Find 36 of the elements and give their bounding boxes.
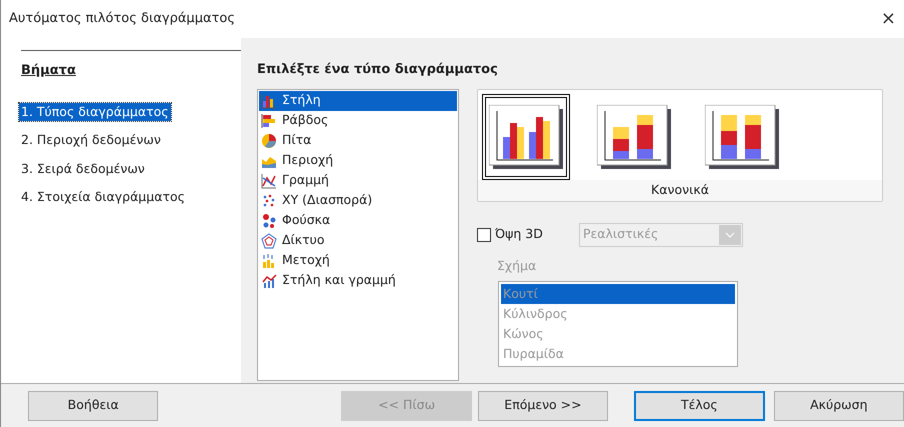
chart-type-item[interactable]: Περιοχή bbox=[259, 150, 457, 170]
chart-type-icon bbox=[261, 132, 277, 148]
dialog-button[interactable]: Ακύρωση bbox=[774, 390, 904, 420]
chart-type-icon bbox=[261, 252, 277, 268]
chart-type-item[interactable]: Στήλη και γραμμή bbox=[259, 270, 457, 290]
chart-type-icon bbox=[261, 212, 277, 228]
step-item[interactable]: 3. Σειρά δεδομένων bbox=[19, 160, 147, 178]
step-item[interactable]: 1. Τύπος διαγράμματος bbox=[19, 102, 171, 122]
chart-type-item[interactable]: Ράβδος bbox=[259, 110, 457, 130]
steps-heading: Βήματα bbox=[21, 63, 76, 78]
step-item[interactable]: 4. Στοιχεία διαγράμματος bbox=[19, 188, 187, 207]
shape-label: Σχήμα bbox=[497, 256, 538, 275]
chevron-down-icon bbox=[719, 224, 741, 244]
dialog-button[interactable]: Βοήθεια bbox=[28, 390, 158, 420]
chart-type-item[interactable]: Πίτα bbox=[259, 130, 457, 150]
chart-type-item[interactable]: Φούσκα bbox=[259, 210, 457, 230]
checkbox-label: Όψη 3D bbox=[495, 225, 544, 244]
chart-type-item[interactable]: Γραμμή bbox=[259, 170, 457, 190]
chart-type-icon bbox=[261, 232, 277, 248]
chart-type-item[interactable]: Στήλη bbox=[259, 90, 457, 110]
subtype-caption: Κανονικά bbox=[651, 180, 709, 199]
subtype-option[interactable] bbox=[482, 94, 570, 180]
chart-type-item[interactable]: Μετοχή bbox=[259, 250, 457, 270]
section-heading: Επιλέξτε ένα τύπο διαγράμματος bbox=[257, 61, 499, 79]
chart-type-icon bbox=[261, 112, 277, 128]
chart-type-icon bbox=[261, 192, 277, 208]
step-item[interactable]: 2. Περιοχή δεδομένων bbox=[19, 131, 163, 150]
chart-type-icon bbox=[261, 92, 277, 108]
chart-type-icon bbox=[261, 272, 277, 288]
close-button[interactable]: × bbox=[876, 10, 900, 28]
dialog-button[interactable]: Επόμενο >> bbox=[478, 390, 608, 420]
chart-type-item[interactable]: XY (Διασπορά) bbox=[259, 190, 457, 210]
chart-type-item[interactable]: Δίκτυο bbox=[259, 230, 457, 250]
window-title: Αυτόματος πιλότος διαγράμματος bbox=[9, 10, 235, 28]
dialog-button[interactable]: Τέλος bbox=[634, 390, 765, 420]
chart-type-icon bbox=[261, 172, 277, 188]
